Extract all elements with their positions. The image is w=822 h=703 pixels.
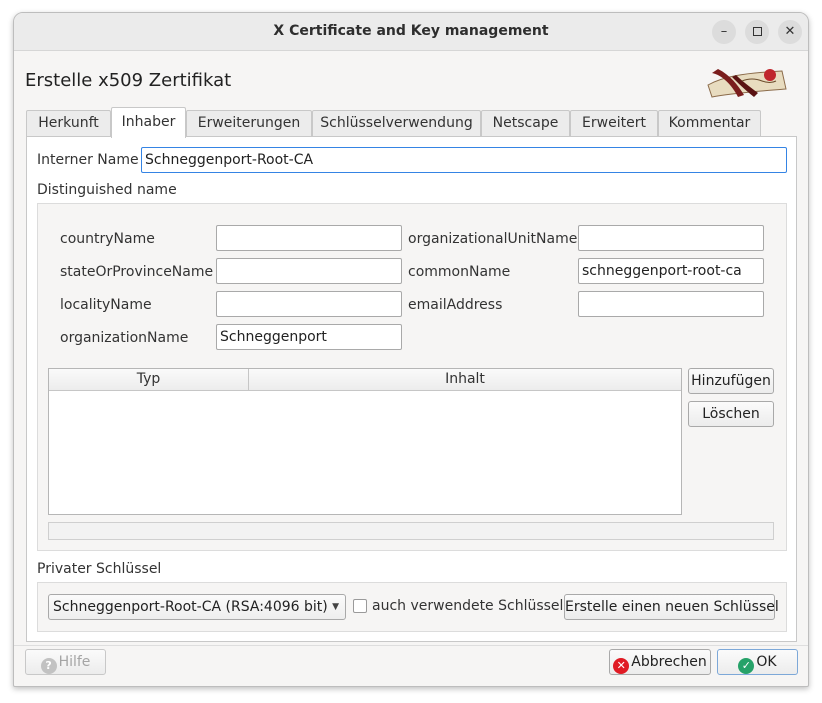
- organization-input[interactable]: Schneggenport: [216, 324, 402, 350]
- state-input[interactable]: [216, 258, 402, 284]
- distinguished-name-group: countryName stateOrProvinceName locality…: [37, 203, 787, 551]
- ok-label: OK: [756, 654, 777, 670]
- tab-kommentar[interactable]: Kommentar: [658, 110, 761, 137]
- tab-erweiterungen[interactable]: Erweiterungen: [186, 110, 312, 137]
- create-new-key-label: Erstelle einen neuen Schlüssel: [565, 599, 779, 615]
- locality-label: localityName: [60, 297, 152, 313]
- dialog-window: X Certificate and Key management – ✕ Ers…: [13, 12, 809, 687]
- column-typ[interactable]: Typ: [49, 369, 249, 390]
- delete-button[interactable]: Löschen: [688, 401, 774, 427]
- dialog-heading: Erstelle x509 Zertifikat: [25, 70, 232, 91]
- state-label: stateOrProvinceName: [60, 264, 214, 280]
- footer-separator: [14, 645, 808, 646]
- window-title: X Certificate and Key management: [273, 23, 549, 39]
- common-name-input[interactable]: schneggenport-root-ca: [578, 258, 764, 284]
- maximize-button[interactable]: [745, 20, 769, 44]
- minimize-button[interactable]: –: [712, 20, 736, 44]
- common-name-label: commonName: [408, 264, 511, 280]
- help-label: Hilfe: [58, 654, 91, 670]
- internal-name-input[interactable]: Schneggenport-Root-CA: [141, 147, 787, 173]
- add-button[interactable]: Hinzufügen: [688, 368, 774, 394]
- email-label: emailAddress: [408, 297, 503, 313]
- organization-label: organizationName: [60, 330, 189, 346]
- close-icon: ✕: [784, 24, 796, 39]
- private-key-select[interactable]: Schneggenport-Root-CA (RSA:4096 bit) ▼: [48, 594, 346, 620]
- chevron-down-icon: ▼: [332, 602, 339, 612]
- ok-button[interactable]: ✓ OK: [717, 649, 798, 675]
- org-unit-label: organizationalUnitName: [408, 231, 578, 247]
- country-name-label: countryName: [60, 231, 155, 247]
- distinguished-name-title: Distinguished name: [37, 182, 177, 198]
- org-unit-input[interactable]: [578, 225, 764, 251]
- cancel-icon: ✕: [613, 658, 630, 674]
- table-header: Typ Inhalt: [49, 369, 681, 391]
- tab-netscape[interactable]: Netscape: [481, 110, 570, 137]
- title-bar[interactable]: X Certificate and Key management – ✕: [14, 13, 808, 51]
- help-button[interactable]: ? Hilfe: [25, 649, 106, 675]
- cancel-label: Abbrechen: [631, 654, 707, 670]
- tab-panel-inhaber: Interner Name Schneggenport-Root-CA Dist…: [26, 136, 797, 642]
- used-keys-checkbox[interactable]: [353, 599, 367, 613]
- private-key-group: Schneggenport-Root-CA (RSA:4096 bit) ▼ a…: [37, 582, 787, 632]
- ok-icon: ✓: [738, 658, 755, 674]
- tab-herkunft[interactable]: Herkunft: [26, 110, 111, 137]
- maximize-icon: [752, 27, 762, 36]
- private-key-title: Privater Schlüssel: [37, 561, 162, 577]
- certificate-logo-icon: [707, 69, 787, 98]
- locality-input[interactable]: [216, 291, 402, 317]
- minimize-icon: –: [720, 24, 728, 39]
- tab-inhaber[interactable]: Inhaber: [111, 107, 186, 138]
- dn-entries-table[interactable]: Typ Inhalt: [48, 368, 682, 515]
- column-inhalt[interactable]: Inhalt: [249, 369, 681, 390]
- help-icon: ?: [40, 658, 57, 674]
- private-key-selected: Schneggenport-Root-CA (RSA:4096 bit): [53, 599, 328, 615]
- close-button[interactable]: ✕: [778, 20, 802, 44]
- country-name-input[interactable]: [216, 225, 402, 251]
- cancel-button[interactable]: ✕ Abbrechen: [609, 649, 711, 675]
- email-input[interactable]: [578, 291, 764, 317]
- internal-name-label: Interner Name: [37, 152, 139, 168]
- tab-schluesselverwendung[interactable]: Schlüsselverwendung: [312, 110, 481, 137]
- tab-erweitert[interactable]: Erweitert: [570, 110, 658, 137]
- create-new-key-button[interactable]: Erstelle einen neuen Schlüssel: [564, 594, 779, 620]
- horizontal-scrollbar[interactable]: [48, 522, 774, 540]
- used-keys-label: auch verwendete Schlüssel: [372, 598, 564, 614]
